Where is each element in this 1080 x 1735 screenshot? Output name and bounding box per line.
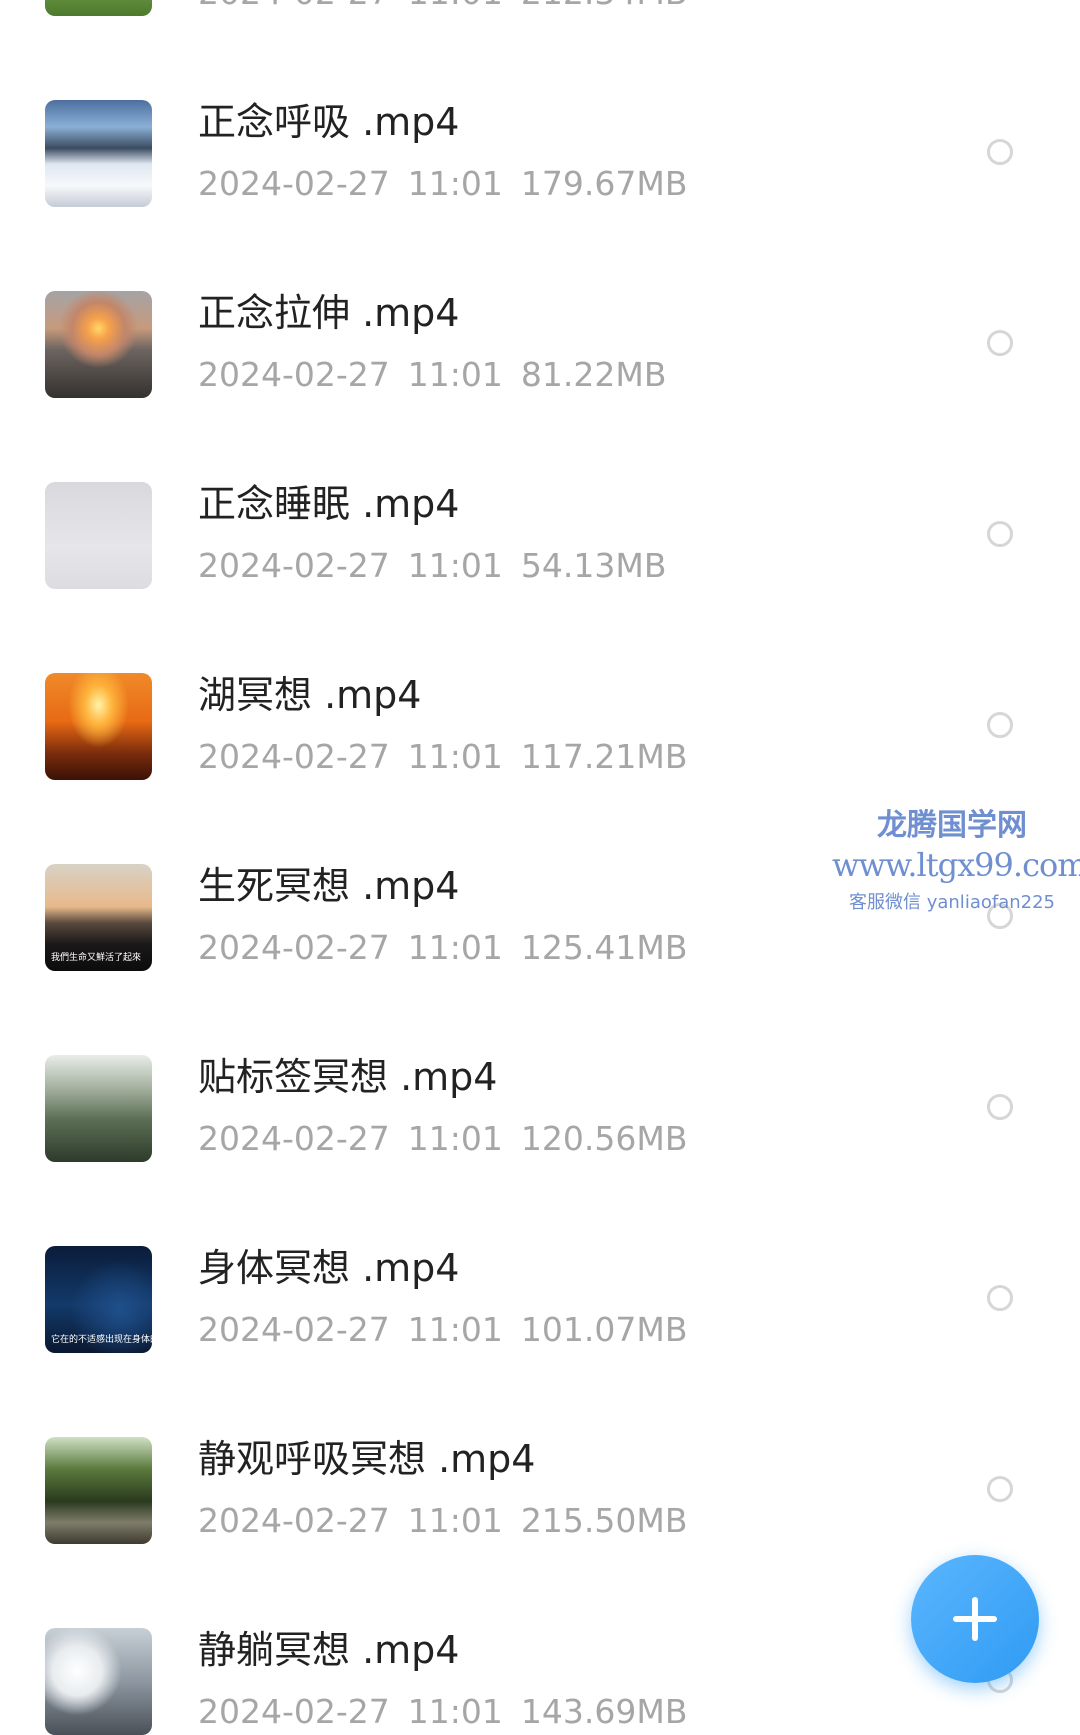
add-file-button[interactable] <box>911 1555 1039 1683</box>
file-size: 143.69MB <box>520 1692 688 1731</box>
select-radio[interactable] <box>987 903 1013 929</box>
select-radio[interactable] <box>987 712 1013 738</box>
plus-icon <box>953 1597 997 1641</box>
file-list: 2024-02-2711:01212.34MB正念呼吸 .mp42024-02-… <box>0 0 1080 1735</box>
file-row[interactable]: 正念睡眠 .mp4 2024-02-27 11:01 54.13MB <box>0 382 1080 589</box>
select-radio[interactable] <box>987 1285 1013 1311</box>
file-name: 正念呼吸 .mp4 <box>198 100 460 144</box>
file-name: 正念拉伸 .mp4 <box>198 291 460 335</box>
file-name: 静躺冥想 .mp4 <box>198 1628 460 1672</box>
select-radio[interactable] <box>987 1476 1013 1502</box>
file-row[interactable]: 贴标签冥想 .mp4 2024-02-27 11:01 120.56MB <box>0 955 1080 1162</box>
file-row[interactable]: 正念拉伸 .mp4 2024-02-27 11:01 81.22MB <box>0 191 1080 398</box>
file-name: 静观呼吸冥想 .mp4 <box>198 1437 536 1481</box>
file-time: 11:01 <box>407 1692 503 1731</box>
file-row[interactable]: 静观呼吸冥想 .mp4 2024-02-27 11:01 215.50MB <box>0 1337 1080 1544</box>
select-radio[interactable] <box>987 139 1013 165</box>
file-list-screen: 2024-02-2711:01212.34MB正念呼吸 .mp42024-02-… <box>0 0 1080 1735</box>
file-row[interactable]: 正念呼吸 .mp4 2024-02-27 11:01 179.67MB <box>0 0 1080 207</box>
file-row[interactable]: 我們生命又鮮活了起來 生死冥想 .mp4 2024-02-27 11:01 125.41… <box>0 764 1080 971</box>
file-row[interactable]: 它在的不适感出现在身体的哪个身体冥想 .mp42024-02-2711:0110… <box>0 1146 1080 1353</box>
file-date: 2024-02-27 <box>198 1692 390 1731</box>
file-row[interactable]: 湖冥想 .mp4 2024-02-27 11:01 117.21MB <box>0 573 1080 780</box>
file-name: 正念睡眠 .mp4 <box>198 482 460 526</box>
file-name: 贴标签冥想 .mp4 <box>198 1055 498 1099</box>
file-name: 湖冥想 .mp4 <box>198 673 422 717</box>
video-thumbnail <box>45 1628 152 1735</box>
select-radio[interactable] <box>987 1094 1013 1120</box>
select-radio[interactable] <box>987 521 1013 547</box>
file-name: 生死冥想 .mp4 <box>198 864 460 908</box>
file-name: 身体冥想 .mp4 <box>198 1246 460 1290</box>
select-radio[interactable] <box>987 330 1013 356</box>
file-meta: 2024-02-27 11:01 143.69MB <box>198 1692 705 1732</box>
